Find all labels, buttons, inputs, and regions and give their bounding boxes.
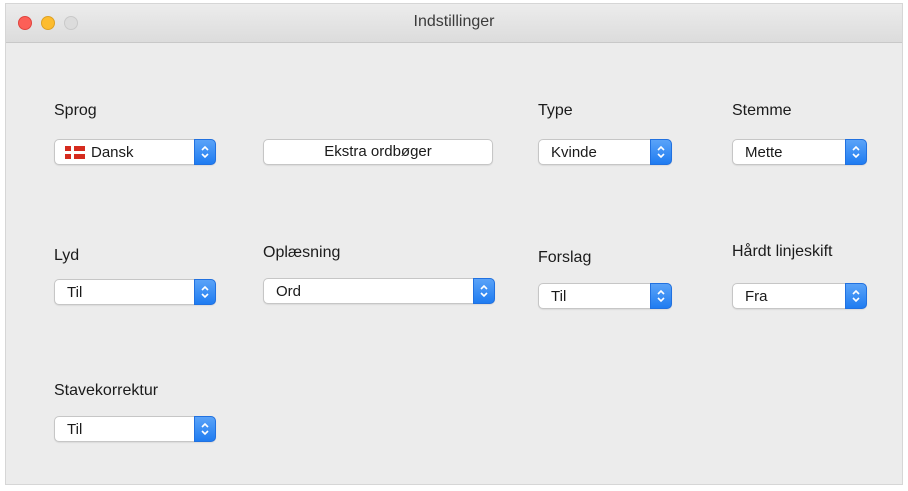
preferences-window: Indstillinger Sprog Dansk Ekstra ordbøge… (5, 3, 903, 485)
sprog-select[interactable]: Dansk (54, 139, 216, 165)
stemme-value: Mette (745, 144, 783, 161)
sprog-chevron-updown-icon (194, 139, 216, 165)
forslag-chevron-updown-icon (650, 283, 672, 309)
lyd-chevron-updown-icon (194, 279, 216, 305)
title-bar: Indstillinger (6, 4, 902, 43)
type-chevron-updown-icon (650, 139, 672, 165)
lyd-select[interactable]: Til (54, 279, 216, 305)
haardt-linjeskift-value: Fra (745, 288, 768, 305)
stavekorrektur-label: Stavekorrektur (54, 382, 159, 399)
denmark-flag-icon (65, 146, 85, 159)
stemme-chevron-updown-icon (845, 139, 867, 165)
type-select[interactable]: Kvinde (538, 139, 672, 165)
type-label: Type (538, 102, 573, 119)
stemme-select[interactable]: Mette (732, 139, 867, 165)
forslag-value: Til (551, 288, 567, 305)
stavekorrektur-value: Til (67, 421, 83, 438)
ekstra-ordboeger-button[interactable]: Ekstra ordbøger (263, 139, 493, 165)
sprog-label: Sprog (54, 102, 97, 119)
stavekorrektur-select[interactable]: Til (54, 416, 216, 442)
oplaesning-select[interactable]: Ord (263, 278, 495, 304)
forslag-select[interactable]: Til (538, 283, 672, 309)
stemme-label: Stemme (732, 102, 792, 119)
lyd-value: Til (67, 284, 83, 301)
oplaesning-label: Oplæsning (263, 244, 341, 261)
lyd-label: Lyd (54, 247, 80, 264)
haardt-linjeskift-label: Hårdt linjeskift (732, 243, 833, 260)
stavekorrektur-chevron-updown-icon (194, 416, 216, 442)
type-value: Kvinde (551, 144, 597, 161)
window-title: Indstillinger (413, 13, 495, 30)
sprog-value: Dansk (91, 144, 134, 161)
forslag-label: Forslag (538, 249, 592, 266)
oplaesning-chevron-updown-icon (473, 278, 495, 304)
haardt-linjeskift-select[interactable]: Fra (732, 283, 867, 309)
oplaesning-value: Ord (276, 283, 302, 300)
haardt-linjeskift-chevron-updown-icon (845, 283, 867, 309)
